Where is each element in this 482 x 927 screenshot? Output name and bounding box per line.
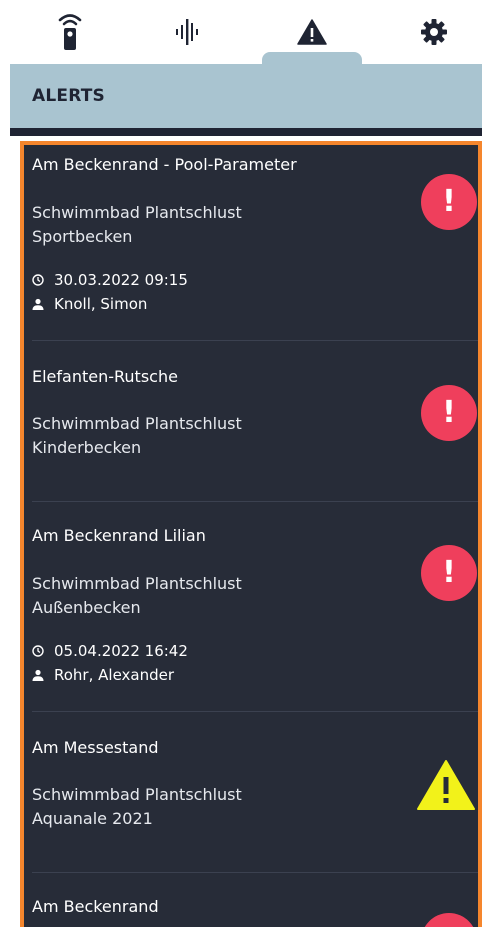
list-item[interactable]: Am Beckenrand - Pool-Parameter Schwimmba… <box>24 145 478 341</box>
alert-pool: Sportbecken <box>32 227 133 246</box>
warning-icon <box>297 19 327 45</box>
gear-icon <box>421 19 447 45</box>
alert-datetime-text: 30.03.2022 09:15 <box>54 271 188 289</box>
alert-person-text: Knoll, Simon <box>54 295 148 313</box>
alert-list[interactable]: Am Beckenrand - Pool-Parameter Schwimmba… <box>20 141 482 927</box>
warning-alert-badge <box>417 760 475 810</box>
page-title: ALERTS <box>32 86 105 106</box>
tab-settings[interactable] <box>404 0 464 64</box>
alert-datetime-text: 05.04.2022 16:42 <box>54 642 188 660</box>
alert-datetime: 30.03.2022 09:15 <box>32 271 188 289</box>
alert-title: Elefanten-Rutsche <box>32 367 178 386</box>
list-item[interactable]: Elefanten-Rutsche Schwimmbad Plantschlus… <box>24 341 478 502</box>
alert-title: Am Messestand <box>32 738 159 757</box>
alert-list-frame: Am Beckenrand - Pool-Parameter Schwimmba… <box>10 136 482 927</box>
alert-location: Schwimmbad Plantschlust <box>32 574 242 593</box>
alert-person: Knoll, Simon <box>32 295 147 313</box>
tab-waveform[interactable] <box>158 0 218 64</box>
alert-title: Am Beckenrand - Pool-Parameter <box>32 155 297 174</box>
critical-alert-badge: ! <box>421 385 477 441</box>
critical-alert-badge: ! <box>421 545 477 601</box>
clock-icon <box>32 645 44 657</box>
waveform-icon <box>176 19 198 45</box>
alert-title: Am Beckenrand <box>32 897 159 916</box>
exclamation-icon: ! <box>442 555 456 590</box>
critical-alert-badge: ! <box>421 174 477 230</box>
page-header: ALERTS <box>10 64 482 128</box>
list-item[interactable]: Am Messestand Schwimmbad Plantschlust Aq… <box>24 712 478 873</box>
person-icon <box>32 298 44 310</box>
remote-icon <box>58 14 82 50</box>
alert-location: Schwimmbad Plantschlust <box>32 414 242 433</box>
alert-pool: Aquanale 2021 <box>32 809 153 828</box>
alert-datetime: 05.04.2022 16:42 <box>32 642 188 660</box>
alert-person-text: Rohr, Alexander <box>54 666 175 684</box>
alert-pool: Kinderbecken <box>32 438 142 457</box>
critical-alert-badge <box>421 913 477 927</box>
list-item[interactable]: Am Beckenrand Lilian Schwimmbad Plantsch… <box>24 502 478 712</box>
list-item[interactable]: Am Beckenrand <box>24 873 478 927</box>
clock-icon <box>32 274 44 286</box>
alert-location: Schwimmbad Plantschlust <box>32 203 242 222</box>
person-icon <box>32 669 44 681</box>
exclamation-icon: ! <box>442 395 456 430</box>
alert-location: Schwimmbad Plantschlust <box>32 785 242 804</box>
alert-pool: Außenbecken <box>32 598 141 617</box>
header-divider <box>10 128 482 136</box>
tab-remote[interactable] <box>40 0 100 64</box>
tab-bar <box>0 0 482 66</box>
alert-title: Am Beckenrand Lilian <box>32 526 206 545</box>
alert-person: Rohr, Alexander <box>32 666 174 684</box>
exclamation-icon: ! <box>442 184 456 219</box>
